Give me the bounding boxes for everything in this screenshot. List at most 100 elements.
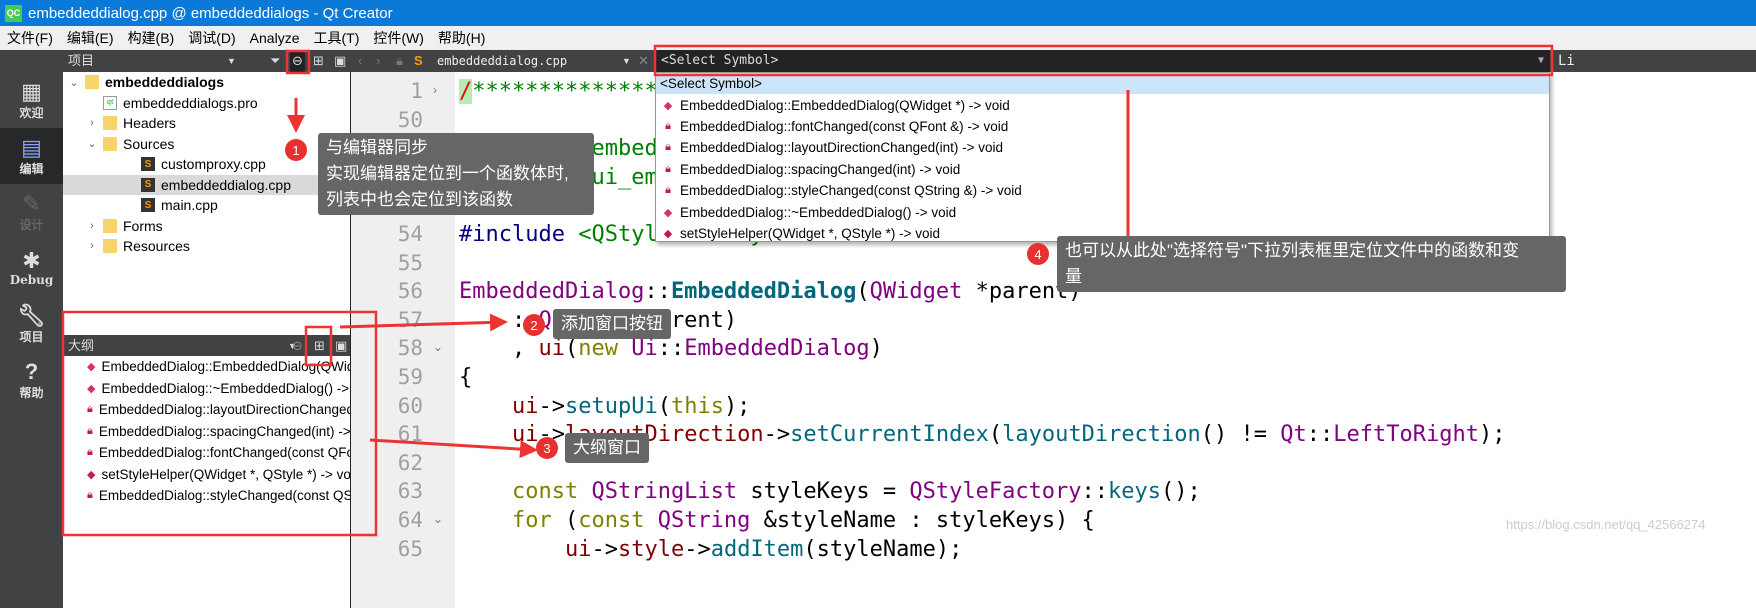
symbol-option-label: EmbeddedDialog::fontChanged(const QFont … — [680, 118, 1009, 134]
outline-item[interactable]: ◆ EmbeddedDialog::~EmbeddedDialog() -> vo… — [63, 378, 350, 400]
menu-debug[interactable]: 调试(D) — [181, 28, 242, 48]
annotation-callout-2: 添加窗口按钮 — [553, 309, 671, 339]
close-panel-icon[interactable]: ▣ — [335, 335, 347, 357]
link-sync-icon[interactable]: ⊖ — [290, 50, 305, 72]
annotation-badge-4: 4 — [1027, 243, 1049, 265]
annotation-badge-1: 1 — [285, 139, 307, 161]
wrench-icon: 🔧︎ — [17, 302, 46, 328]
menu-bar: 文件(F) 编辑(E) 构建(B) 调试(D) Analyze 工具(T) 控件… — [0, 26, 1756, 50]
code-token: QWidget — [869, 279, 963, 305]
chevron-right-icon[interactable]: › — [85, 117, 99, 129]
chevron-down-icon[interactable]: ⌄ — [67, 76, 81, 89]
private-slot-icon: 🔒︎ — [87, 489, 93, 502]
bug-icon: ✱ — [22, 248, 41, 273]
split-add-icon[interactable]: ⊞ — [313, 50, 324, 72]
symbol-option[interactable]: 🔒︎ EmbeddedDialog::fontChanged(const QFon… — [656, 116, 1549, 137]
tree-item[interactable]: › Resources — [63, 236, 350, 257]
link-sync-icon[interactable]: ⊖ — [292, 335, 303, 357]
chevron-down-icon[interactable]: ⌄ — [85, 137, 99, 150]
file-tab[interactable]: embeddeddialog.cpp — [437, 50, 567, 72]
annotation-badge-3: 3 — [536, 437, 558, 459]
symbol-option[interactable]: ◆ EmbeddedDialog::EmbeddedDialog(QWidget … — [656, 94, 1549, 115]
code-token: / — [459, 79, 473, 104]
symbol-option[interactable]: 🔒︎ EmbeddedDialog::styleChanged(const QSt… — [656, 180, 1549, 201]
symbol-option[interactable]: 🔒︎ EmbeddedDialog::spacingChanged(int) ->… — [656, 159, 1549, 180]
outline-item[interactable]: 🔒︎ EmbeddedDialog::fontChanged(const QFon… — [63, 442, 350, 464]
symbol-option[interactable]: <Select Symbol> — [656, 73, 1549, 95]
fold-expanded-icon[interactable]: ⌄ — [433, 340, 443, 354]
outline-item[interactable]: 🔒︎ EmbeddedDialog::spacingChanged(int) ->… — [63, 421, 350, 443]
callout-text: 也可以从此处"选择符号"下拉列表框里定位文件中的函数和变 — [1065, 241, 1520, 260]
symbol-option[interactable]: 🔒︎ EmbeddedDialog::layoutDirectionChanged… — [656, 137, 1549, 158]
callout-text: 添加窗口按钮 — [561, 314, 663, 333]
mode-label: 欢迎 — [19, 105, 44, 120]
outline-item[interactable]: ◆ setStyleHelper(QWidget *, QStyle *) -> … — [63, 464, 350, 486]
forward-icon[interactable]: › — [376, 50, 380, 72]
menu-file[interactable]: 文件(F) — [0, 28, 60, 48]
title-bar: QC embeddeddialog.cpp @ embeddeddialogs … — [0, 0, 1756, 26]
file-dropdown-icon[interactable]: ▼ — [622, 50, 631, 72]
outline-item[interactable]: 🔒︎ EmbeddedDialog::layoutDirectionChanged… — [63, 399, 350, 421]
code-token: :: — [657, 336, 685, 362]
code-token: -> — [538, 393, 565, 419]
tree-item-label: Forms — [123, 217, 163, 234]
tree-item[interactable]: Smain.cpp — [63, 195, 350, 216]
outline-item-label: EmbeddedDialog::spacingChanged(int) -> v… — [98, 423, 350, 439]
add-split-button[interactable]: ⊞ — [314, 335, 325, 357]
fold-collapsed-icon[interactable]: › — [433, 83, 437, 97]
menu-tools[interactable]: 工具(T) — [306, 28, 366, 48]
filter-icon[interactable]: ⏷ — [270, 50, 280, 72]
line-column-label: Li — [1558, 53, 1575, 69]
tree-item[interactable]: Scustomproxy.cpp — [63, 154, 350, 175]
code-line: ui->setupUi(this); — [459, 392, 750, 421]
code-token: const — [511, 479, 592, 505]
private-slot-icon: 🔒︎ — [87, 446, 93, 459]
symbol-select-combo[interactable]: <Select Symbol> ▼ — [655, 50, 1550, 72]
menu-build[interactable]: 构建(B) — [121, 28, 182, 48]
tree-item-label: Headers — [123, 115, 176, 132]
code-token: ) — [869, 336, 883, 362]
symbol-option[interactable]: ◆ EmbeddedDialog::~EmbeddedDialog() -> vo… — [656, 201, 1549, 222]
tree-item[interactable]: › Headers — [63, 113, 350, 134]
chevron-right-icon[interactable]: › — [85, 220, 99, 232]
lock-icon: 🔒︎ — [396, 53, 403, 68]
close-file-icon[interactable]: ✕ — [638, 50, 649, 72]
tree-item[interactable]: ⌄ embeddeddialogs — [63, 72, 350, 93]
tree-item[interactable]: › Forms — [63, 216, 350, 237]
code-token: ( — [988, 422, 1003, 448]
static-function-icon: ◆ — [663, 227, 673, 240]
code-token: () != — [1200, 422, 1281, 448]
mode-debug[interactable]: ✱ Debug — [0, 240, 63, 296]
private-slot-icon: 🔒︎ — [87, 403, 93, 416]
mode-design[interactable]: ✎ 设计 — [0, 184, 63, 240]
panel-type-dropdown-icon[interactable]: ▼ — [227, 50, 236, 72]
qt-creator-logo-icon: QC — [5, 4, 22, 22]
close-panel-icon[interactable]: ▣ — [334, 50, 346, 72]
menu-edit[interactable]: 编辑(E) — [60, 28, 121, 48]
mode-help[interactable]: ? 帮助 — [0, 352, 63, 408]
code-token: -> — [763, 422, 791, 448]
menu-widgets[interactable]: 控件(W) — [366, 28, 431, 48]
fold-expanded-icon[interactable]: ⌄ — [433, 512, 443, 526]
mode-welcome[interactable]: ▦ 欢迎 — [0, 72, 63, 128]
line-number: 65 — [397, 536, 423, 561]
help-icon: ? — [24, 358, 39, 384]
outline-item[interactable]: ◆ EmbeddedDialog::EmbeddedDialog(QWidget … — [63, 356, 350, 378]
line-number: 58 — [397, 336, 423, 361]
menu-help[interactable]: 帮助(H) — [431, 28, 492, 48]
mode-edit[interactable]: ▤ 编辑 — [0, 128, 63, 184]
symbol-option-label: EmbeddedDialog::layoutDirectionChanged(i… — [680, 140, 1004, 156]
mode-projects[interactable]: 🔧︎ 项目 — [0, 296, 63, 352]
tree-item[interactable]: qt embeddeddialogs.pro — [63, 93, 350, 114]
code-token: ); — [1478, 422, 1506, 448]
back-icon[interactable]: ‹ — [358, 50, 362, 72]
public-method-icon: ◆ — [663, 99, 673, 112]
cpp-file-icon: S — [141, 157, 155, 172]
tree-item-label: customproxy.cpp — [161, 156, 266, 173]
code-token: ui — [538, 336, 565, 362]
tree-item[interactable]: Sembeddeddialog.cpp — [63, 174, 350, 195]
outline-item[interactable]: 🔒︎ EmbeddedDialog::styleChanged(const QSt… — [63, 485, 350, 507]
menu-analyze[interactable]: Analyze — [243, 30, 307, 46]
chevron-right-icon[interactable]: › — [85, 240, 99, 252]
